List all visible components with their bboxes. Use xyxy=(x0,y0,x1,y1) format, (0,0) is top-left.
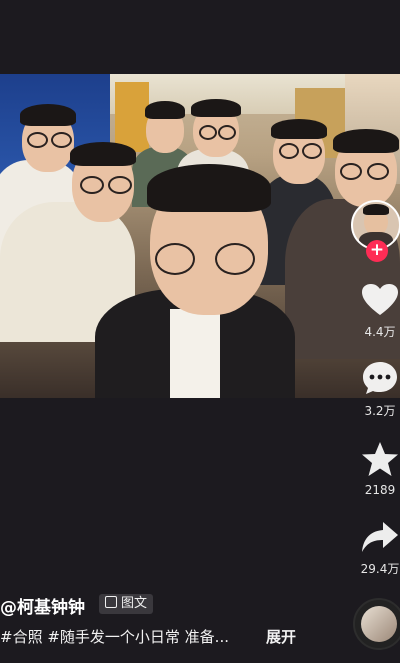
post-photo[interactable] xyxy=(0,74,400,398)
comment-button[interactable]: 3.2万 xyxy=(356,360,400,419)
comment-bubble-icon xyxy=(363,362,397,394)
like-button[interactable]: 4.4万 xyxy=(356,283,400,340)
share-arrow-icon xyxy=(362,522,398,552)
author-name[interactable]: @柯基钟钟 xyxy=(0,593,85,618)
post-type-label: 图文 xyxy=(121,596,148,611)
post-type-badge: 图文 xyxy=(99,594,154,614)
share-button[interactable]: 29.4万 xyxy=(356,520,400,577)
music-cover xyxy=(361,606,397,642)
comment-count: 3.2万 xyxy=(364,404,396,418)
favorite-button[interactable]: 2189 xyxy=(356,441,400,497)
author-avatar-group[interactable]: + xyxy=(351,200,400,262)
top-bar xyxy=(0,0,400,74)
music-disc-icon[interactable] xyxy=(353,598,400,650)
like-count: 4.4万 xyxy=(364,325,396,339)
post-caption[interactable]: #合照 #随手发一个小日常 准备... xyxy=(0,626,229,647)
follow-button[interactable]: + xyxy=(366,240,388,262)
image-post-icon xyxy=(105,596,117,608)
favorite-count: 2189 xyxy=(364,483,396,497)
expand-caption-button[interactable]: 展开 xyxy=(266,626,296,647)
photo-background-pillar xyxy=(115,82,149,152)
heart-icon xyxy=(362,284,398,315)
share-count: 29.4万 xyxy=(360,562,400,576)
star-icon xyxy=(362,442,398,476)
